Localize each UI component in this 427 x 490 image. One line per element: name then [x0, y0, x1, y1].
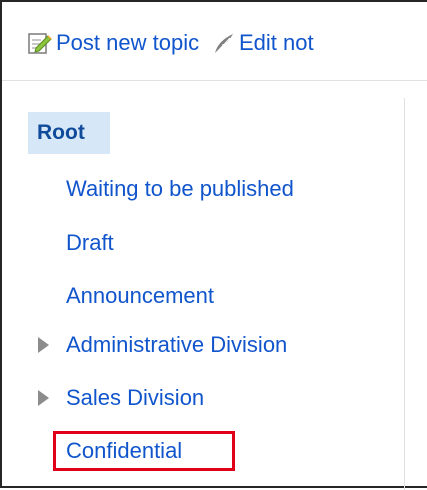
highlight-box	[53, 431, 235, 471]
tree-item-waiting-to-be-published[interactable]: Waiting to be published	[66, 176, 294, 202]
tree-item-administrative-division[interactable]: Administrative Division	[66, 332, 287, 358]
category-tree: Root Waiting to be published Draft Annou…	[2, 2, 402, 490]
tree-item-sales-division[interactable]: Sales Division	[66, 385, 204, 411]
expand-triangle-icon[interactable]	[38, 390, 49, 406]
pane-divider[interactable]	[404, 98, 405, 490]
tree-item-root[interactable]: Root	[28, 112, 110, 154]
tree-item-draft[interactable]: Draft	[66, 230, 114, 256]
tree-item-root-label: Root	[37, 121, 85, 144]
tree-item-announcement[interactable]: Announcement	[66, 283, 214, 309]
screenshot-frame: Post new topic Edit not Root Waiting to …	[0, 0, 427, 490]
expand-triangle-icon[interactable]	[38, 337, 49, 353]
